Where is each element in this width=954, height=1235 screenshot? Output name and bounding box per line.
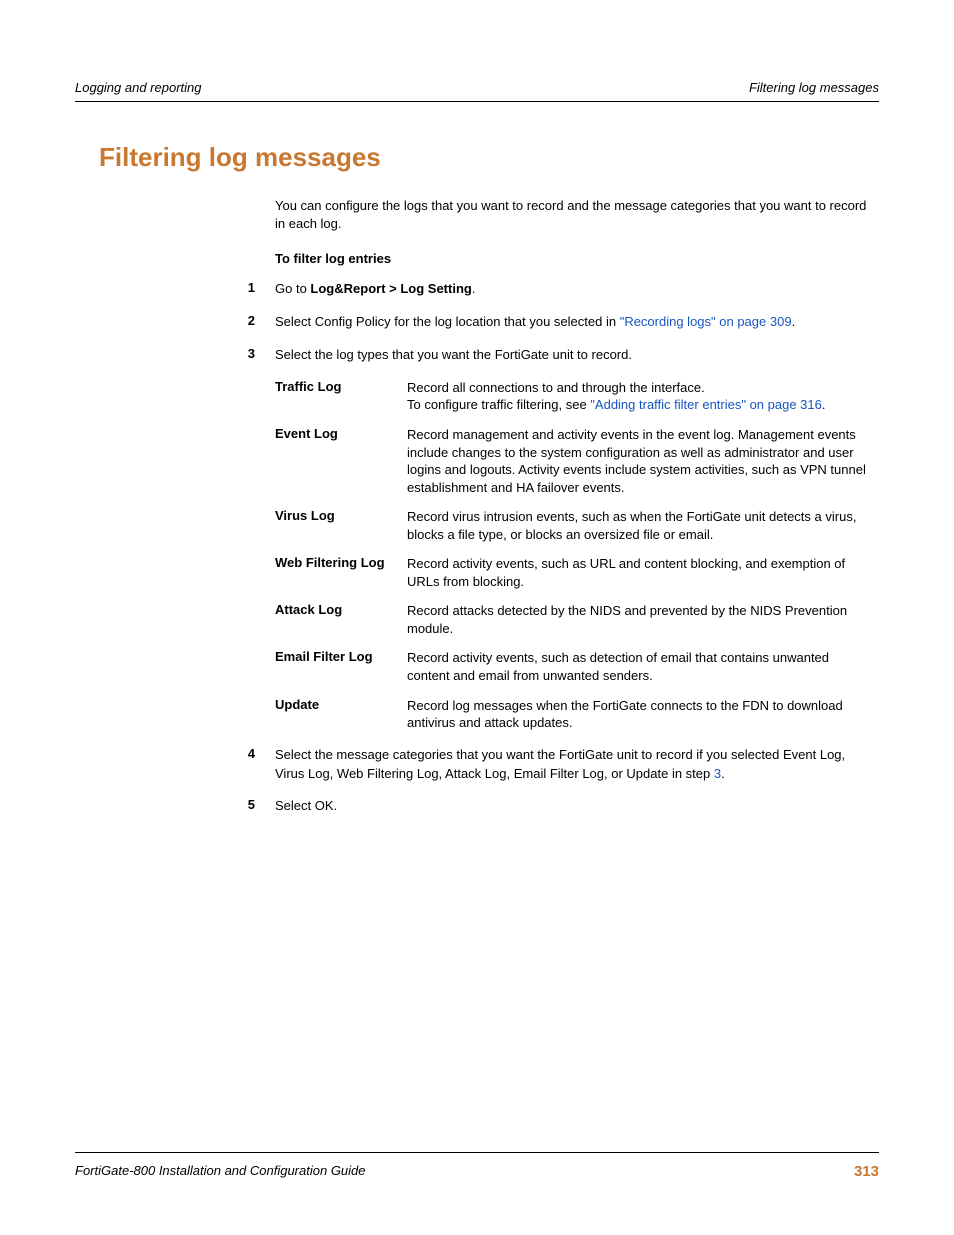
- log-description: Record log messages when the FortiGate c…: [407, 697, 874, 732]
- log-label: Traffic Log: [275, 379, 407, 394]
- log-row-traffic: Traffic Log Record all connections to an…: [275, 379, 874, 414]
- log-description: Record activity events, such as URL and …: [407, 555, 874, 590]
- log-label: Attack Log: [275, 602, 407, 617]
- step-number: 3: [235, 346, 275, 361]
- step-4: 4 Select the message categories that you…: [275, 746, 874, 784]
- intro-paragraph: You can configure the logs that you want…: [275, 197, 874, 233]
- text: .: [721, 766, 725, 781]
- page-title: Filtering log messages: [99, 142, 879, 173]
- log-label: Web Filtering Log: [275, 555, 407, 570]
- log-row-attack: Attack Log Record attacks detected by th…: [275, 602, 874, 637]
- step-number: 4: [235, 746, 275, 761]
- step-number: 2: [235, 313, 275, 328]
- log-row-web: Web Filtering Log Record activity events…: [275, 555, 874, 590]
- text: Select Config Policy for the log locatio…: [275, 314, 620, 329]
- log-label: Email Filter Log: [275, 649, 407, 664]
- log-row-virus: Virus Log Record virus intrusion events,…: [275, 508, 874, 543]
- text: Select the message categories that you w…: [275, 747, 845, 781]
- step-body: Go to Log&Report > Log Setting.: [275, 280, 874, 299]
- log-description: Record virus intrusion events, such as w…: [407, 508, 874, 543]
- log-types-table: Traffic Log Record all connections to an…: [275, 379, 874, 732]
- text: Record all connections to and through th…: [407, 380, 705, 395]
- page-footer: FortiGate-800 Installation and Configura…: [75, 1152, 879, 1180]
- log-description: Record management and activity events in…: [407, 426, 874, 496]
- text: .: [792, 314, 796, 329]
- step-body: Select Config Policy for the log locatio…: [275, 313, 874, 332]
- page-header: Logging and reporting Filtering log mess…: [75, 80, 879, 102]
- log-description: Record attacks detected by the NIDS and …: [407, 602, 874, 637]
- step-body: Select the message categories that you w…: [275, 746, 874, 784]
- text: To configure traffic filtering, see: [407, 397, 590, 412]
- step-3: 3 Select the log types that you want the…: [275, 346, 874, 365]
- header-right: Filtering log messages: [749, 80, 879, 95]
- cross-ref-link[interactable]: 3: [714, 766, 721, 781]
- log-row-update: Update Record log messages when the Fort…: [275, 697, 874, 732]
- procedure-heading: To filter log entries: [275, 251, 874, 266]
- log-label: Event Log: [275, 426, 407, 441]
- log-description: Record activity events, such as detectio…: [407, 649, 874, 684]
- step-body: Select OK.: [275, 797, 874, 816]
- text: .: [822, 397, 826, 412]
- log-row-email: Email Filter Log Record activity events,…: [275, 649, 874, 684]
- log-row-event: Event Log Record management and activity…: [275, 426, 874, 496]
- text: .: [472, 281, 476, 296]
- step-number: 1: [235, 280, 275, 295]
- nav-path: Log&Report > Log Setting: [310, 281, 471, 296]
- log-label: Virus Log: [275, 508, 407, 523]
- content: You can configure the logs that you want…: [275, 197, 874, 816]
- step-body: Select the log types that you want the F…: [275, 346, 874, 365]
- step-1: 1 Go to Log&Report > Log Setting.: [275, 280, 874, 299]
- page-number: 313: [854, 1163, 879, 1180]
- cross-ref-link[interactable]: "Recording logs" on page 309: [620, 314, 792, 329]
- log-label: Update: [275, 697, 407, 712]
- header-left: Logging and reporting: [75, 80, 202, 95]
- footer-left: FortiGate-800 Installation and Configura…: [75, 1163, 366, 1180]
- step-2: 2 Select Config Policy for the log locat…: [275, 313, 874, 332]
- log-description: Record all connections to and through th…: [407, 379, 874, 414]
- step-5: 5 Select OK.: [275, 797, 874, 816]
- text: Go to: [275, 281, 310, 296]
- step-number: 5: [235, 797, 275, 812]
- cross-ref-link[interactable]: "Adding traffic filter entries" on page …: [590, 397, 822, 412]
